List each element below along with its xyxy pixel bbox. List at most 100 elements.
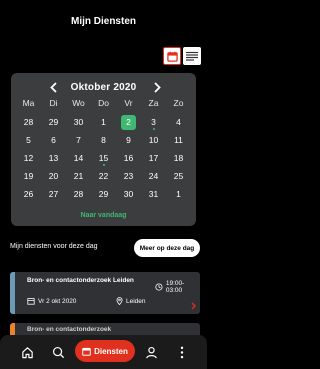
- calendar-day[interactable]: 28: [16, 113, 41, 131]
- calendar-day[interactable]: 18: [166, 149, 191, 167]
- shift-title: Bron- en contactonderzoek Leiden: [27, 277, 134, 284]
- calendar-day-number: 30: [123, 189, 134, 199]
- calendar-day-number: 21: [73, 171, 84, 181]
- weekday-label: Ma: [22, 98, 35, 108]
- calendar-day-number: 8: [101, 135, 106, 145]
- calendar-day[interactable]: 4: [166, 113, 191, 131]
- month-calendar: Oktober 2020 Ma Di Wo Do Vr Za Zo 28 29 30…: [11, 73, 196, 226]
- page-title: Mijn Diensten: [70, 16, 136, 27]
- calendar-day[interactable]: 22: [91, 167, 116, 185]
- calendar-day[interactable]: 3: [141, 113, 166, 131]
- calendar-day-number: 25: [173, 171, 184, 181]
- calendar-day[interactable]: 26: [16, 185, 41, 203]
- calendar-day-number: 30: [73, 117, 84, 127]
- bottom-navigation: Diensten: [0, 335, 207, 369]
- go-to-today-link[interactable]: Naar vandaag: [11, 212, 196, 219]
- chevron-right-icon: [153, 81, 161, 93]
- weekday-row: Ma Di Wo Do Vr Za Zo: [16, 98, 191, 108]
- calendar-day[interactable]: 12: [16, 149, 41, 167]
- day-grid: 28 29 30 1 2 3 4 5 6 7 8 9 10 11 12 13 14 15 16 17 18 19 20 21 2…: [16, 113, 191, 203]
- calendar-day-number: 28: [73, 189, 84, 199]
- calendar-day-number: 28: [23, 117, 34, 127]
- shift-time: 19:00-03:00: [155, 280, 200, 294]
- calendar-day[interactable]: 9: [116, 131, 141, 149]
- list-icon: [186, 51, 198, 61]
- calendar-day-number: 12: [23, 153, 34, 163]
- calendar-day[interactable]: 25: [166, 167, 191, 185]
- calendar-day[interactable]: 7: [66, 131, 91, 149]
- calendar-day[interactable]: 15: [91, 149, 116, 167]
- next-month-button[interactable]: [149, 79, 165, 95]
- calendar-day[interactable]: 30: [116, 185, 141, 203]
- calendar-day[interactable]: 5: [16, 131, 41, 149]
- calendar-day[interactable]: 24: [141, 167, 166, 185]
- more-on-this-day-button[interactable]: Meer op deze dag: [134, 239, 200, 257]
- clock-icon: [155, 283, 163, 291]
- list-view-button[interactable]: [183, 47, 201, 65]
- calendar-day-number: 20: [48, 171, 59, 181]
- calendar-day-number: 14: [73, 153, 84, 163]
- shift-title: Bron- en contactonderzoek: [27, 326, 112, 333]
- calendar-day[interactable]: 1: [91, 113, 116, 131]
- section-label: Mijn diensten voor deze dag: [10, 243, 98, 250]
- calendar-day[interactable]: 6: [41, 131, 66, 149]
- weekday-label: Vr: [124, 98, 133, 108]
- search-icon: [52, 346, 64, 358]
- calendar-day[interactable]: 8: [91, 131, 116, 149]
- calendar-day[interactable]: 14: [66, 149, 91, 167]
- calendar-day[interactable]: 13: [41, 149, 66, 167]
- calendar-day[interactable]: 2: [116, 113, 141, 131]
- calendar-day[interactable]: 19: [16, 167, 41, 185]
- calendar-day[interactable]: 16: [116, 149, 141, 167]
- calendar-day[interactable]: 28: [66, 185, 91, 203]
- calendar-day[interactable]: 27: [41, 185, 66, 203]
- weekday-label: Di: [49, 98, 58, 108]
- calendar-day[interactable]: 20: [41, 167, 66, 185]
- calendar-header: Oktober 2020: [11, 79, 196, 95]
- more-icon: [180, 346, 184, 358]
- calendar-day[interactable]: 21: [66, 167, 91, 185]
- chevron-left-icon: [49, 81, 57, 93]
- calendar-day[interactable]: 29: [41, 113, 66, 131]
- calendar-day-number: 19: [23, 171, 34, 181]
- calendar-day-number: 24: [148, 171, 159, 181]
- calendar-day[interactable]: 23: [116, 167, 141, 185]
- shift-indicator-dot: [102, 164, 105, 166]
- calendar-day-number: 1: [101, 117, 106, 127]
- calendar-day-number: 22: [98, 171, 109, 181]
- nav-more-button[interactable]: [172, 343, 192, 361]
- nav-profile-button[interactable]: [141, 343, 161, 361]
- shift-location: Leiden: [116, 297, 146, 305]
- view-toggle: [163, 47, 201, 65]
- weekday-label: Do: [98, 98, 109, 108]
- nav-search-button[interactable]: [48, 343, 68, 361]
- profile-icon: [145, 346, 157, 358]
- calendar-day-number: 6: [51, 135, 56, 145]
- calendar-view-button[interactable]: [163, 47, 181, 65]
- calendar-day-number: 29: [48, 117, 59, 127]
- previous-month-button[interactable]: [45, 79, 61, 95]
- calendar-day-number: 29: [98, 189, 109, 199]
- calendar-day-number: 16: [123, 153, 134, 163]
- nav-home-button[interactable]: [17, 343, 37, 361]
- calendar-day[interactable]: 1: [166, 185, 191, 203]
- calendar-day-number: 13: [48, 153, 59, 163]
- calendar-day[interactable]: 10: [141, 131, 166, 149]
- month-label: Oktober 2020: [70, 81, 137, 93]
- weekday-label: Zo: [173, 98, 184, 108]
- shift-card[interactable]: Bron- en contactonderzoek Leiden 19:00-0…: [10, 272, 200, 314]
- calendar-day[interactable]: 11: [166, 131, 191, 149]
- calendar-day[interactable]: 17: [141, 149, 166, 167]
- shift-date-text: Vr 2 okt 2020: [38, 297, 77, 305]
- calendar-day-number: 17: [148, 153, 159, 163]
- calendar-small-icon: [27, 298, 35, 305]
- calendar-day[interactable]: 30: [66, 113, 91, 131]
- nav-diensten-button[interactable]: Diensten: [75, 340, 135, 362]
- calendar-day-number: 1: [176, 189, 181, 199]
- shift-indicator-dot: [152, 128, 155, 130]
- home-icon: [21, 346, 33, 358]
- calendar-day[interactable]: 29: [91, 185, 116, 203]
- weekday-label: Za: [148, 98, 159, 108]
- location-pin-icon: [116, 297, 123, 305]
- calendar-day[interactable]: 31: [141, 185, 166, 203]
